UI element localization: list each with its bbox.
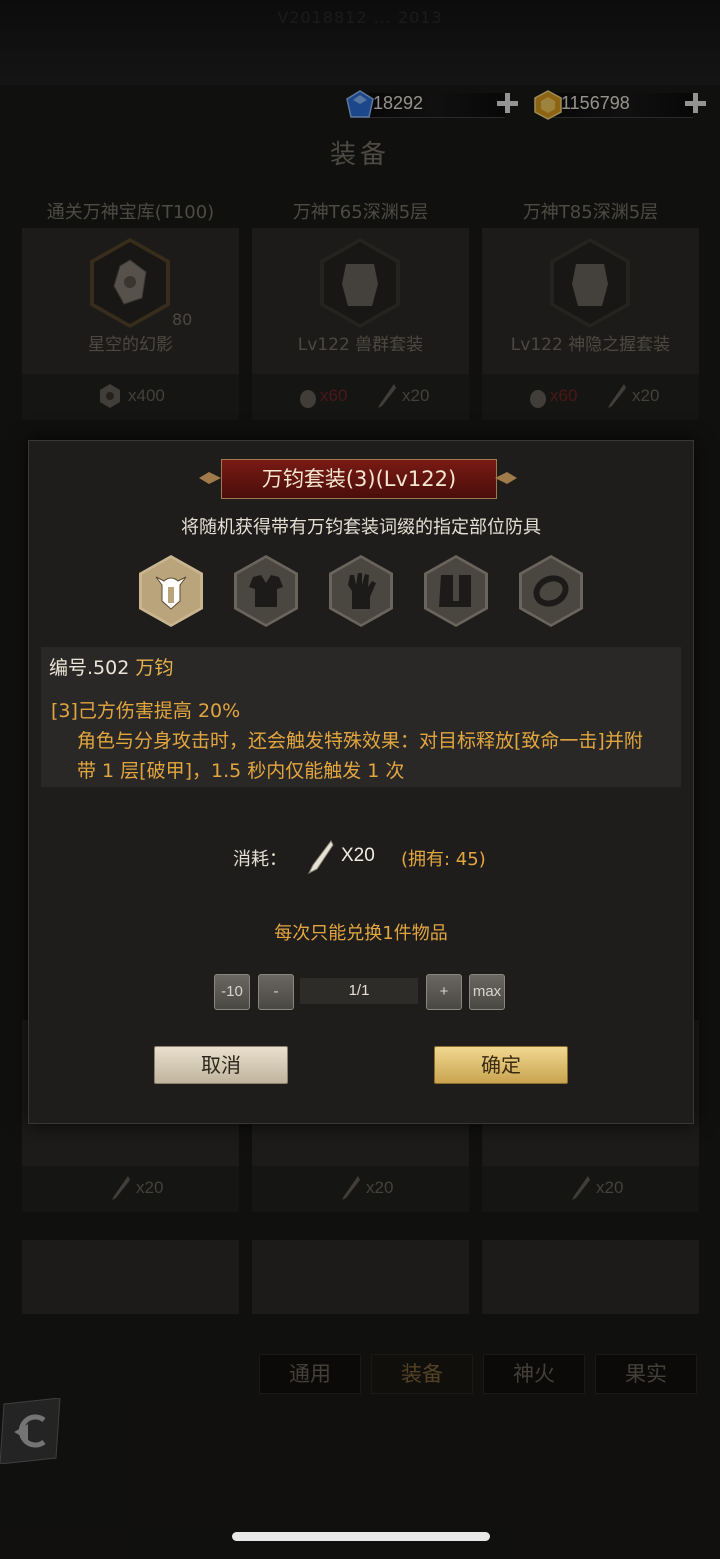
ring-icon [533,575,569,607]
exchange-dialog: 万钧套装(3)(Lv122) 将随机获得带有万钧套装词缀的指定部位防具 编号.5… [28,440,694,1124]
slot-helmet[interactable] [139,555,203,627]
minus-button[interactable]: - [258,974,294,1010]
dialog-title: 万钧套装(3)(Lv122) [221,459,497,499]
effect-title: [3]己方伤害提高 20% [51,700,241,722]
helmet-icon [155,576,187,610]
exchange-note: 每次只能兑换1件物品 [274,923,448,944]
set-name: 万钧 [135,657,174,679]
slot-boots[interactable] [424,555,488,627]
home-indicator[interactable] [232,1532,490,1541]
cost-quantity: X20 [341,845,375,866]
boots-icon [439,575,471,607]
set-effect: [3]己方伤害提高 20% 角色与分身攻击时，还会触发特殊效果：对目标释放[致命… [51,696,651,786]
confirm-button[interactable]: 确定 [434,1046,568,1084]
glove-icon [348,573,376,609]
owned-count: (拥有: 45) [401,849,486,870]
slot-ring[interactable] [519,555,583,627]
max-button[interactable]: max [469,974,505,1010]
effect-detail: 角色与分身攻击时，还会触发特殊效果：对目标释放[致命一击]并附带 1 层[破甲]… [77,730,643,782]
feather-icon [307,840,334,875]
cancel-button[interactable]: 取消 [154,1046,288,1084]
cost-label: 消耗： [233,849,287,870]
plus-button[interactable]: + [426,974,462,1010]
slot-chest[interactable] [234,555,298,627]
title-banner: 万钧套装(3)(Lv122) [199,459,517,499]
ornament-right-icon [495,472,517,484]
quantity-value: 1/1 [300,978,418,1004]
slot-gloves[interactable] [329,555,393,627]
chest-armor-icon [249,575,283,607]
dialog-description: 将随机获得带有万钧套装词缀的指定部位防具 [181,517,541,538]
set-code: 编号.502 万钧 [49,653,173,680]
set-number: 编号.502 [49,657,130,679]
minus-10-button[interactable]: -10 [214,974,250,1010]
ornament-left-icon [199,472,221,484]
